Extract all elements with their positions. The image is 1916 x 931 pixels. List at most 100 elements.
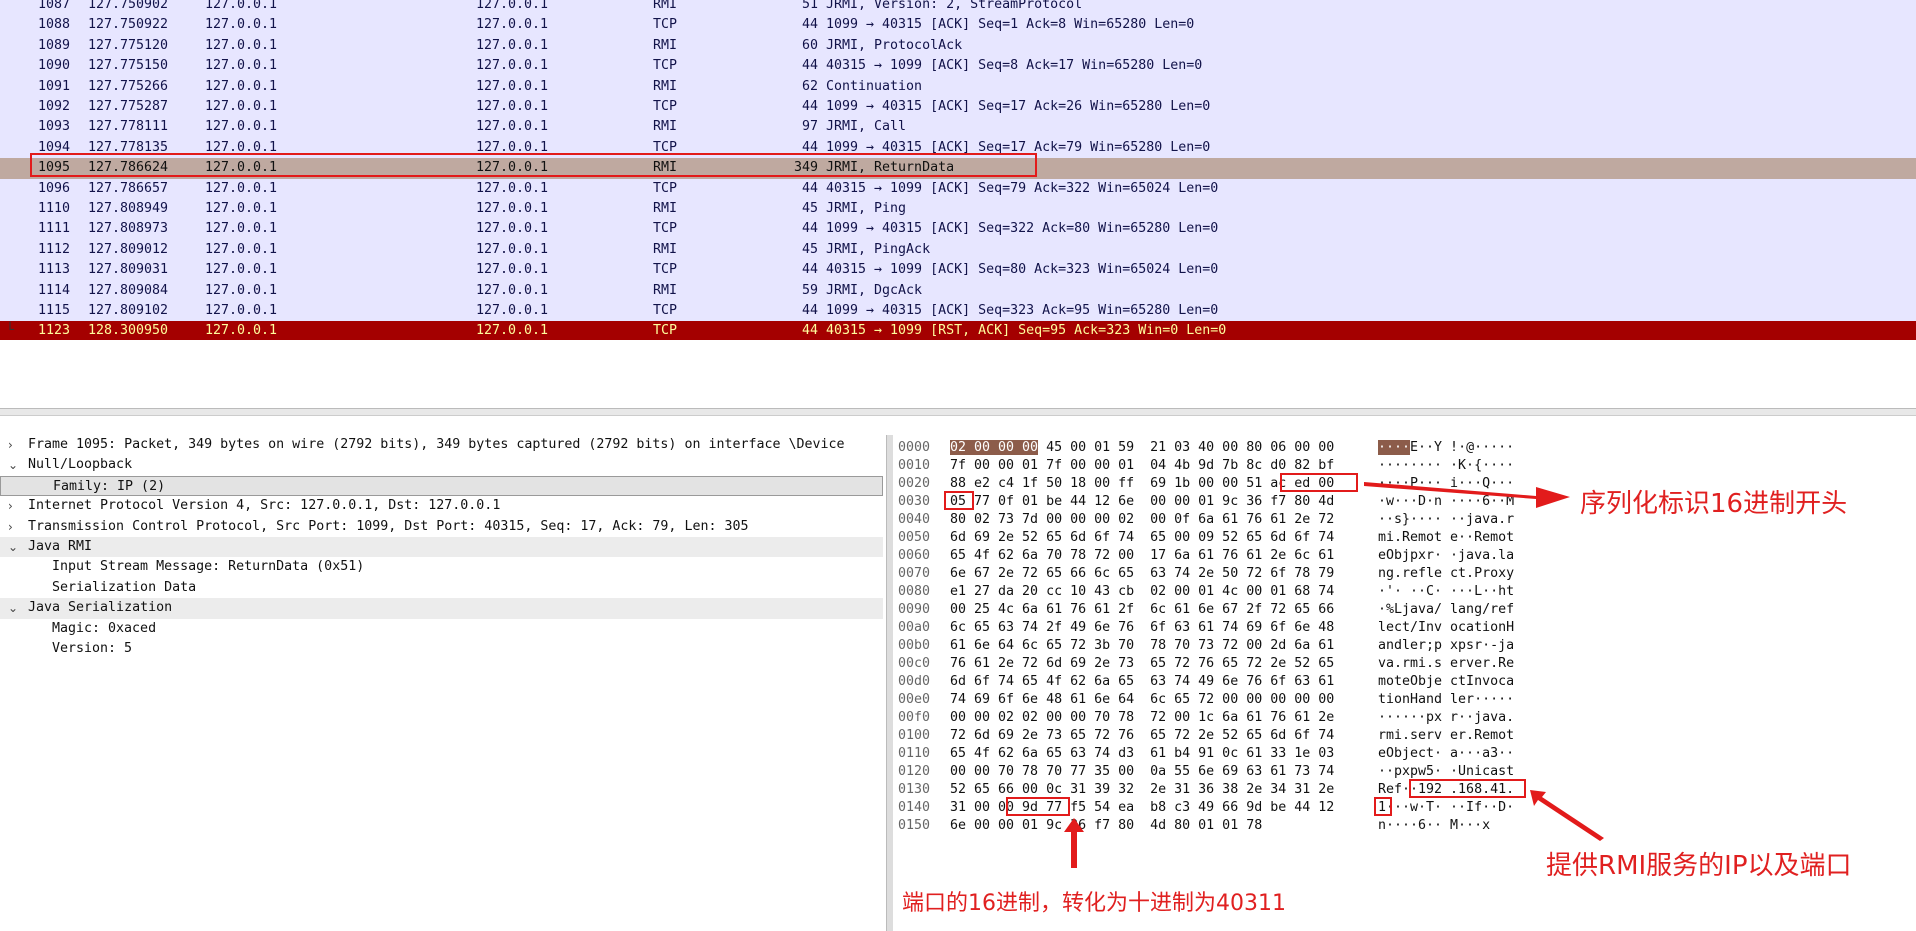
hex-bytes: 6c 65 63 74 2f 49 6e 76 6f 63 61 74 69 6… bbox=[950, 620, 1335, 635]
detail-section[interactable]: ⌄ Java Serialization bbox=[0, 598, 883, 619]
packet-row[interactable]: 1112 127.809012 127.0.0.1 127.0.0.1 RMI 45 JRM… bbox=[0, 239, 1916, 261]
packet-info: 1099 → 40315 [ACK] Seq=17 Ack=26 Win=652… bbox=[826, 99, 1211, 114]
packet-source: 127.0.0.1 bbox=[205, 17, 278, 33]
packet-number: 1093 bbox=[37, 119, 70, 135]
packet-row[interactable]: 1115 127.809102 127.0.0.1 127.0.0.1 TCP 44 109… bbox=[0, 301, 1916, 322]
hex-bytes: 05 77 0f 01 be 44 12 6e 00 00 01 9c 36 f… bbox=[950, 494, 1335, 509]
hex-ascii: ····E··Y !·@····· bbox=[1378, 440, 1515, 455]
packet-row[interactable]: 1087 127.750902 127.0.0.1 127.0.0.1 RMI 51 JRM… bbox=[0, 0, 1916, 16]
packet-length: 44 bbox=[801, 58, 818, 74]
ip-string-box bbox=[1409, 779, 1526, 798]
detail-text: Internet Protocol Version 4, Src: 127.0.… bbox=[28, 498, 501, 514]
pane-splitter[interactable] bbox=[0, 408, 1916, 416]
detail-text: Java RMI bbox=[28, 539, 93, 554]
hex-bytes: 80 02 73 7d 00 00 00 02 00 0f 6a 61 76 6… bbox=[950, 512, 1335, 527]
packet-protocol: RMI bbox=[653, 119, 678, 135]
detail-field[interactable]: Serialization Data bbox=[0, 578, 883, 598]
selected-packet-highlight-box bbox=[30, 153, 1037, 177]
detail-text: Null/Loopback bbox=[28, 457, 133, 473]
packet-row[interactable]: 1111 127.808973 127.0.0.1 127.0.0.1 TCP 44 109… bbox=[0, 219, 1916, 240]
packet-number: 1088 bbox=[37, 17, 70, 33]
detail-section[interactable]: › Internet Protocol Version 4, Src: 127.0… bbox=[0, 496, 883, 516]
hex-offset: 00d0 bbox=[898, 674, 931, 689]
packet-row[interactable]: └ 1123 128.300950 127.0.0.1 127.0.0.1 TCP 44 40… bbox=[0, 321, 1916, 340]
packet-destination: 127.0.0.1 bbox=[476, 282, 549, 298]
packet-number: 1113 bbox=[37, 262, 70, 278]
hex-ascii: eObjpxr· ·java.la bbox=[1378, 548, 1515, 563]
packet-source: 127.0.0.1 bbox=[205, 323, 278, 339]
packet-destination: 127.0.0.1 bbox=[476, 241, 549, 257]
packet-number: 1096 bbox=[37, 180, 70, 196]
packet-details-tree[interactable]: › Frame 1095: Packet, 349 bytes on wire (… bbox=[0, 435, 883, 931]
packet-source: 127.0.0.1 bbox=[205, 37, 278, 53]
packet-protocol: TCP bbox=[653, 99, 678, 114]
detail-field[interactable]: Version: 5 bbox=[0, 639, 883, 659]
detail-text: Java Serialization bbox=[28, 600, 173, 616]
packet-protocol: RMI bbox=[653, 282, 678, 298]
hex-bytes: 65 4f 62 6a 70 78 72 00 17 6a 61 76 61 2… bbox=[950, 548, 1335, 563]
expand-arrow-icon[interactable]: ⌄ bbox=[8, 537, 20, 557]
packet-source: 127.0.0.1 bbox=[205, 221, 278, 237]
packet-row[interactable]: 1092 127.775287 127.0.0.1 127.0.0.1 TCP 44 109… bbox=[0, 97, 1916, 118]
packet-info: JRMI, Ping bbox=[826, 201, 907, 216]
detail-field[interactable]: Family: IP (2) bbox=[0, 475, 883, 497]
detail-field[interactable]: Magic: 0xaced bbox=[0, 619, 883, 639]
packet-time: 127.809084 bbox=[88, 282, 169, 298]
selected-ascii-highlight: ···· bbox=[1378, 440, 1411, 455]
packet-destination: 127.0.0.1 bbox=[476, 303, 549, 318]
hex-offset: 0010 bbox=[898, 458, 931, 473]
packet-destination: 127.0.0.1 bbox=[476, 201, 549, 216]
packet-row[interactable]: 1110 127.808949 127.0.0.1 127.0.0.1 RMI 45 JRM… bbox=[0, 199, 1916, 220]
hex-bytes: 6d 6f 74 65 4f 62 6a 65 63 74 49 6e 76 6… bbox=[950, 674, 1335, 689]
packet-info: JRMI, DgcAck bbox=[826, 282, 923, 298]
expand-arrow-icon[interactable]: ⌄ bbox=[8, 598, 20, 618]
packet-time: 127.808973 bbox=[88, 221, 169, 237]
collapse-arrow-icon[interactable]: › bbox=[8, 517, 20, 537]
detail-text: Magic: 0xaced bbox=[52, 620, 157, 636]
hex-offset: 0050 bbox=[898, 530, 931, 545]
hex-bytes: 88 e2 c4 1f 50 18 00 ff 69 1b 00 00 51 a… bbox=[950, 476, 1335, 491]
hex-offset: 0000 bbox=[898, 440, 931, 455]
detail-section[interactable]: › Transmission Control Protocol, Src Port… bbox=[0, 517, 883, 537]
hex-offset: 0130 bbox=[898, 782, 931, 797]
packet-protocol: RMI bbox=[653, 241, 678, 257]
hex-offset: 0090 bbox=[898, 602, 931, 617]
hex-offset: 0070 bbox=[898, 566, 931, 581]
packet-row[interactable]: 1090 127.775150 127.0.0.1 127.0.0.1 TCP 44 403… bbox=[0, 56, 1916, 77]
detail-section[interactable]: › Frame 1095: Packet, 349 bytes on wire (… bbox=[0, 435, 883, 455]
detail-field[interactable]: Input Stream Message: ReturnData (0x51) bbox=[0, 557, 883, 577]
packet-info: Continuation bbox=[826, 78, 923, 94]
hex-ascii: ········ ·K·{···· bbox=[1378, 458, 1515, 473]
packet-length: 60 bbox=[801, 37, 818, 53]
detail-section[interactable]: ⌄ Null/Loopback bbox=[0, 455, 883, 475]
hex-offset: 0060 bbox=[898, 548, 931, 563]
packet-row[interactable]: 1091 127.775266 127.0.0.1 127.0.0.1 RMI 62 Con… bbox=[0, 76, 1916, 97]
packet-number: 1112 bbox=[37, 241, 70, 257]
packet-row[interactable]: 1089 127.775120 127.0.0.1 127.0.0.1 RMI 60 JRM… bbox=[0, 35, 1916, 57]
packet-number: 1110 bbox=[37, 201, 70, 216]
annotation-serialization-header: 序列化标识16进制开头 bbox=[1580, 489, 1848, 519]
packet-row[interactable]: 1113 127.809031 127.0.0.1 127.0.0.1 TCP 44 403… bbox=[0, 260, 1916, 281]
packet-destination: 127.0.0.1 bbox=[476, 17, 549, 33]
packet-row[interactable]: 1096 127.786657 127.0.0.1 127.0.0.1 TCP 44 403… bbox=[0, 178, 1916, 199]
packet-row[interactable]: 1088 127.750922 127.0.0.1 127.0.0.1 TCP 44 109… bbox=[0, 15, 1916, 36]
packet-time: 127.775150 bbox=[88, 58, 169, 74]
packet-row[interactable]: 1114 127.809084 127.0.0.1 127.0.0.1 RMI 59 JRM… bbox=[0, 280, 1916, 301]
packet-destination: 127.0.0.1 bbox=[476, 262, 549, 278]
packet-info: 1099 → 40315 [ACK] Seq=322 Ack=80 Win=65… bbox=[826, 221, 1219, 237]
collapse-arrow-icon[interactable]: › bbox=[8, 435, 20, 455]
hex-offset: 0140 bbox=[898, 800, 931, 815]
packet-row[interactable]: 1093 127.778111 127.0.0.1 127.0.0.1 RMI 97 JRM… bbox=[0, 117, 1916, 138]
packet-info: JRMI, PingAck bbox=[826, 241, 931, 257]
expand-arrow-icon[interactable]: ⌄ bbox=[8, 455, 20, 475]
packet-length: 44 bbox=[801, 262, 818, 278]
hex-bytes: 6d 69 2e 52 65 6d 6f 74 65 00 09 52 65 6… bbox=[950, 530, 1335, 545]
detail-section[interactable]: ⌄ Java RMI bbox=[0, 537, 883, 558]
hex-ascii: moteObje ctInvoca bbox=[1378, 674, 1515, 689]
collapse-arrow-icon[interactable]: › bbox=[8, 496, 20, 516]
packet-length: 51 bbox=[801, 0, 818, 12]
packet-source: 127.0.0.1 bbox=[205, 262, 278, 278]
packet-length: 44 bbox=[801, 303, 818, 318]
packet-time: 127.775120 bbox=[88, 37, 169, 53]
packet-length: 97 bbox=[801, 119, 818, 135]
